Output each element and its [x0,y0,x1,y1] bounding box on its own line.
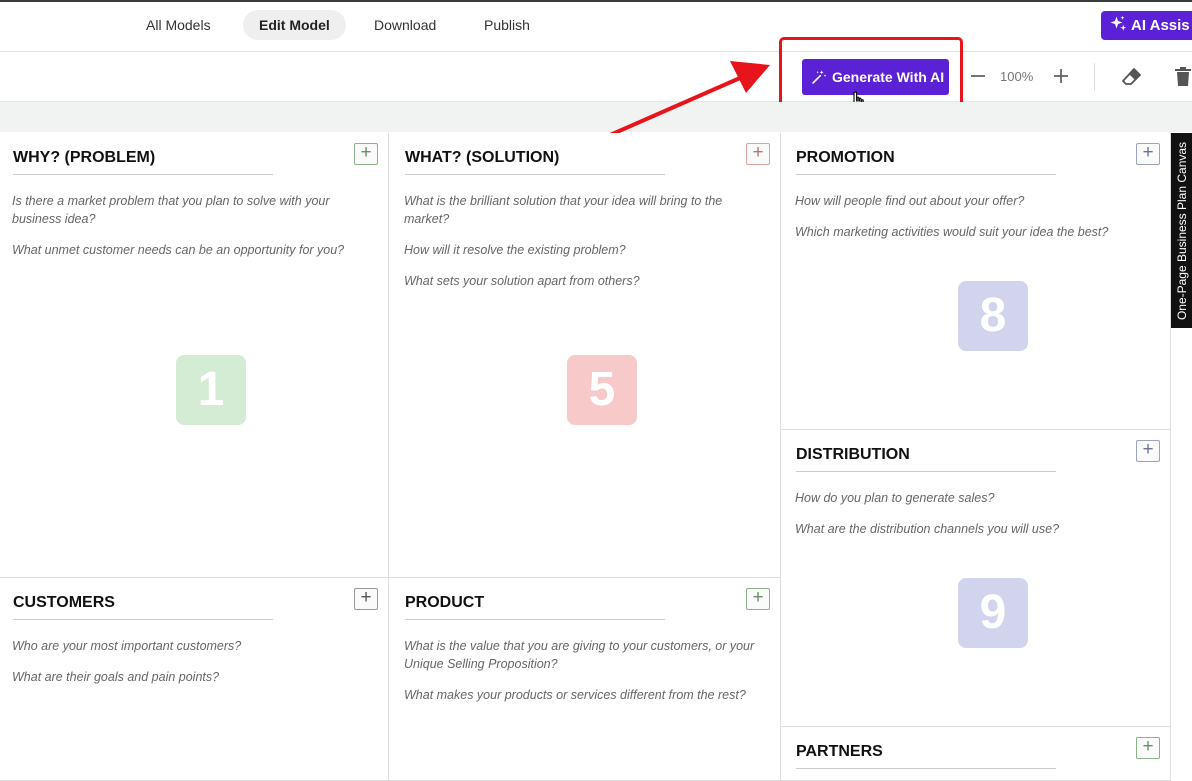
add-note-button[interactable]: + [1136,143,1160,165]
cell-question: What unmet customer needs can be an oppo… [12,243,345,257]
cell-question: How will people find out about your offe… [795,194,1025,208]
cell-title: WHAT? (SOLUTION) [405,149,560,166]
side-tab-label: One-Page Business Plan Canvas [1174,141,1189,320]
add-note-button[interactable]: + [354,143,378,165]
tab-publish[interactable]: Publish [468,10,546,40]
cell-distribution: DISTRIBUTION + How do you plan to genera… [781,430,1171,727]
cell-question: How will it resolve the existing problem… [404,243,626,257]
title-underline [796,471,1056,472]
cell-question: Which marketing activities would suit yo… [795,225,1109,239]
tab-all-models[interactable]: All Models [130,10,227,40]
zoom-out-button[interactable] [969,66,987,86]
cell-title: DISTRIBUTION [796,446,910,463]
cell-question: What makes your products or services dif… [404,688,746,702]
cell-customers: CUSTOMERS + Who are your most important … [0,578,389,781]
title-underline [405,619,665,620]
cell-title: PARTNERS [796,743,883,760]
cell-promotion: PROMOTION + How will people find out abo… [781,133,1171,430]
eraser-icon[interactable] [1121,66,1143,88]
side-tab-canvas-name[interactable]: One-Page Business Plan Canvas [1171,133,1192,328]
title-underline [13,619,273,620]
cell-question: Is there a market problem that you plan … [12,194,330,226]
zoom-level: 100% [1000,69,1034,84]
step-number-badge: 5 [567,355,637,425]
cell-question: Who are your most important customers? [12,639,242,653]
zoom-in-button[interactable] [1052,66,1070,86]
step-number-badge: 8 [958,281,1028,351]
cell-question: What is the value that you are giving to… [404,639,755,671]
cell-product: PRODUCT + What is the value that you are… [389,578,781,781]
cell-title: WHY? (PROBLEM) [13,149,156,166]
title-underline [796,174,1056,175]
step-number-badge: 9 [958,578,1028,648]
title-underline [405,174,665,175]
add-note-button[interactable]: + [354,588,378,610]
trash-icon[interactable] [1174,66,1192,88]
cell-question: How do you plan to generate sales? [795,491,995,505]
tab-download[interactable]: Download [358,10,452,40]
cell-what-solution: WHAT? (SOLUTION) + What is the brilliant… [389,133,781,578]
add-note-button[interactable]: + [1136,737,1160,759]
add-note-button[interactable]: + [1136,440,1160,462]
cell-question: What are their goals and pain points? [12,670,220,684]
tab-edit-model[interactable]: Edit Model [243,10,346,40]
cell-why-problem: WHY? (PROBLEM) + Is there a market probl… [0,133,389,578]
title-underline [796,768,1056,769]
cell-question: What are the distribution channels you w… [795,522,1060,536]
toolbar-divider [1094,63,1095,91]
ai-assistant-button[interactable]: AI Assis [1101,11,1192,40]
ai-assistant-label: AI Assis [1131,17,1190,34]
cell-title: CUSTOMERS [13,594,115,611]
sparkle-icon [1110,15,1127,31]
title-underline [13,174,273,175]
add-note-button[interactable]: + [746,143,770,165]
cell-question: What is the brilliant solution that your… [404,194,723,226]
cell-title: PROMOTION [796,149,895,166]
add-note-button[interactable]: + [746,588,770,610]
cell-partners: PARTNERS + [781,727,1171,781]
cell-question: What sets your solution apart from other… [404,274,640,288]
cell-title: PRODUCT [405,594,485,611]
step-number-badge: 1 [176,355,246,425]
